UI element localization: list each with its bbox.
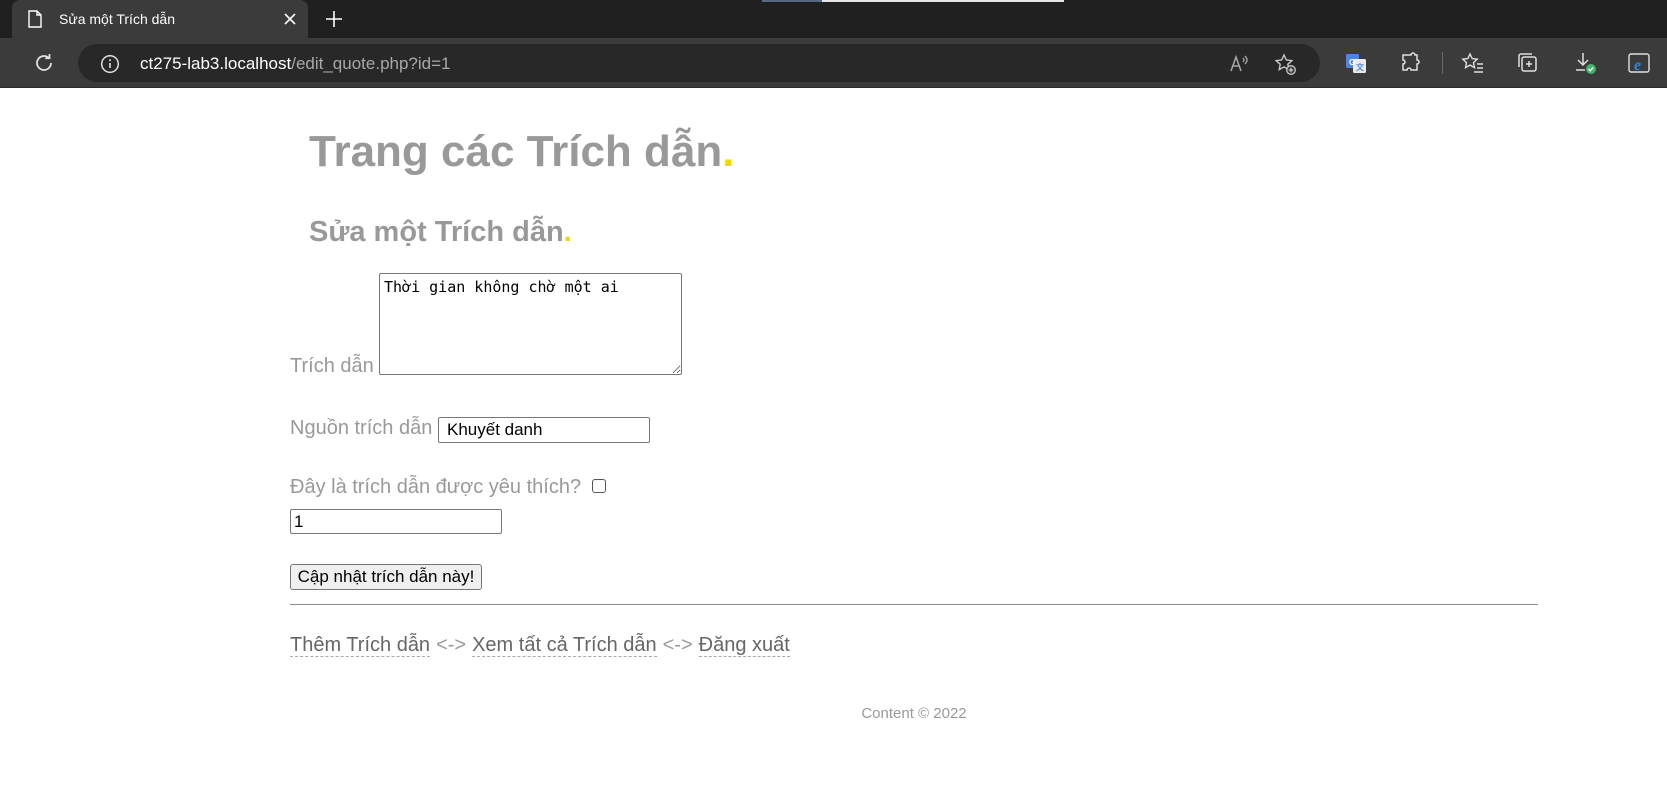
svg-text:文: 文 [1356,62,1365,72]
favorite-label: Đây là trích dẫn được yêu thích? [290,476,582,498]
add-quote-link[interactable]: Thêm Trích dẫn [290,634,431,657]
page-heading-text: Sửa một Trích dẫn [309,216,564,248]
browser-tab-bar: Sửa một Trích dẫn [0,0,1667,38]
address-bar[interactable]: ct275-lab3.localhost/edit_quote.php?id=1 [78,44,1320,82]
svg-text:G: G [1349,58,1355,67]
svg-text:e: e [1634,57,1641,74]
copyright: Content © 2022 [861,705,967,722]
update-quote-button[interactable]: Cập nhật trích dẫn này! [290,564,482,590]
add-favorite-icon[interactable] [1273,52,1297,76]
url-text[interactable]: ct275-lab3.localhost/edit_quote.php?id=1 [140,54,451,74]
toolbar-separator [1442,52,1443,74]
new-tab-icon[interactable] [324,9,344,29]
quote-textarea[interactable]: Thời gian không chờ một ai [379,273,682,375]
nav-separator: <-> [662,634,693,656]
quote-label: Trích dẫn [290,355,374,377]
view-all-quotes-link[interactable]: Xem tất cả Trích dẫn [472,634,657,657]
site-title: Trang các Trích dẫn. [309,127,735,177]
site-title-text: Trang các Trích dẫn [309,127,723,176]
nav-separator: <-> [436,634,467,656]
browser-tab-active[interactable]: Sửa một Trích dẫn [12,0,308,38]
extensions-icon[interactable] [1398,50,1424,76]
page-content: Trang các Trích dẫn. Sửa một Trích dẫn. … [0,89,1667,790]
favorites-icon[interactable] [1460,50,1486,76]
url-path: /edit_quote.php?id=1 [291,54,451,73]
tab-title: Sửa một Trích dẫn [59,11,175,27]
downloads-icon[interactable] [1572,50,1598,76]
translate-icon[interactable]: G 文 [1343,50,1369,76]
site-info-icon[interactable] [100,54,120,74]
refresh-icon[interactable] [32,51,56,75]
read-aloud-icon[interactable] [1228,53,1250,75]
browser-toolbar: ct275-lab3.localhost/edit_quote.php?id=1… [0,38,1667,88]
internet-explorer-mode-icon[interactable]: e [1626,50,1652,76]
divider [290,604,1538,605]
window-edge-strip-dark [762,0,822,2]
quote-id-input[interactable] [290,509,502,534]
page-heading-dot: . [563,216,572,248]
site-title-dot: . [722,127,735,176]
close-tab-icon[interactable] [282,11,298,27]
favorite-checkbox[interactable] [592,479,606,493]
page-heading: Sửa một Trích dẫn. [309,216,572,249]
footer-nav: Thêm Trích dẫn <-> Xem tất cả Trích dẫn <->… [290,634,790,657]
source-input[interactable] [438,417,650,443]
url-host: ct275-lab3.localhost [140,54,292,73]
source-label: Nguồn trích dẫn [290,417,433,439]
collections-icon[interactable] [1515,50,1541,76]
page-icon [28,10,42,28]
logout-link[interactable]: Đăng xuất [698,634,790,657]
